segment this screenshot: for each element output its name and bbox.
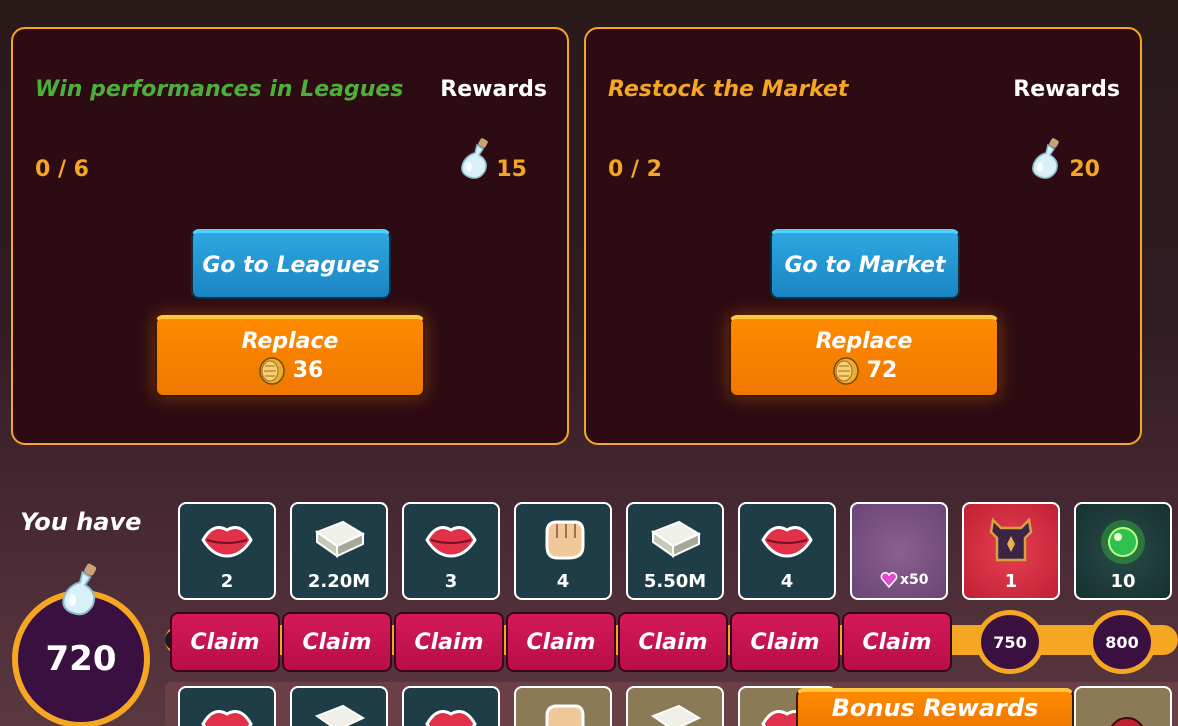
tile-count: 4	[780, 571, 794, 592]
coin-icon	[258, 356, 285, 385]
reward-amount: 15	[496, 157, 527, 182]
cash-stack-icon	[314, 520, 366, 558]
reward-tile[interactable]: x50	[850, 502, 948, 600]
tile-count: 3	[444, 571, 458, 592]
mission-card-leagues: Win performances in Leagues Rewards 0 / …	[11, 27, 569, 445]
flame-icon	[1110, 717, 1144, 726]
lips-icon	[201, 710, 253, 726]
replace-button[interactable]: Replace 36	[155, 315, 425, 397]
fist-icon	[545, 520, 585, 560]
cash-stack-icon	[650, 520, 702, 558]
claim-button[interactable]: Claim	[282, 612, 392, 672]
potion-balance-value: 720	[45, 639, 117, 679]
claim-button[interactable]: Claim	[618, 612, 728, 672]
milestone-node: 800	[1088, 610, 1156, 674]
tile-count: 1	[1004, 571, 1018, 592]
green-orb-icon	[1101, 520, 1145, 564]
go-to-market-button[interactable]: Go to Market	[770, 229, 960, 299]
cash-stack-icon	[314, 704, 366, 726]
claim-button[interactable]: Claim	[170, 612, 280, 672]
rewards-label: Rewards	[440, 77, 547, 102]
reward-amount: 20	[1069, 157, 1100, 182]
mission-title: Restock the Market	[608, 77, 849, 102]
tile-count: 2	[220, 571, 234, 592]
bonus-reward-tile[interactable]	[514, 686, 612, 726]
replace-cost: 36	[257, 356, 324, 386]
replace-label: Replace	[241, 328, 339, 354]
tile-count: 2.20M	[307, 571, 371, 592]
bonus-reward-tile[interactable]	[402, 686, 500, 726]
tile-count: 10	[1110, 571, 1136, 592]
fist-icon	[545, 704, 585, 726]
lips-icon	[761, 526, 813, 558]
mission-title: Win performances in Leagues	[35, 77, 404, 102]
cash-stack-icon	[650, 704, 702, 726]
reward-tile[interactable]: 4	[738, 502, 836, 600]
replace-cost: 72	[831, 356, 898, 386]
replace-label: Replace	[815, 328, 913, 354]
bonus-reward-tile[interactable]	[626, 686, 724, 726]
reward-tile[interactable]: 4	[514, 502, 612, 600]
reward-tile[interactable]: 10	[1074, 502, 1172, 600]
bonus-reward-tile[interactable]	[1074, 686, 1172, 726]
tile-count: 4	[556, 571, 570, 592]
bonus-reward-tile[interactable]	[178, 686, 276, 726]
reward-tile[interactable]: 1	[962, 502, 1060, 600]
gem-heart-icon	[880, 572, 898, 588]
armor-icon	[989, 517, 1033, 562]
replace-cost-value: 36	[292, 358, 324, 383]
tile-count: 5.50M	[643, 571, 707, 592]
gem-reward: x50	[880, 572, 929, 588]
reward-tile[interactable]: 5.50M	[626, 502, 724, 600]
tile-count: x50	[900, 572, 929, 588]
claim-button[interactable]: Claim	[730, 612, 840, 672]
reward-tile[interactable]: 2	[178, 502, 276, 600]
potion-icon	[461, 138, 488, 179]
milestone-node: 750	[976, 610, 1044, 674]
lips-icon	[425, 710, 477, 726]
reward-tile[interactable]: 3	[402, 502, 500, 600]
reward-tile[interactable]: 2.20M	[290, 502, 388, 600]
lips-icon	[201, 526, 253, 558]
replace-button[interactable]: Replace 72	[729, 315, 999, 397]
potion-icon	[62, 563, 97, 616]
bonus-reward-tile[interactable]	[290, 686, 388, 726]
claim-button[interactable]: Claim	[506, 612, 616, 672]
bonus-rewards-header: Bonus Rewards	[796, 688, 1074, 726]
go-to-leagues-button[interactable]: Go to Leagues	[191, 229, 391, 299]
replace-cost-value: 72	[866, 358, 898, 383]
potion-icon	[1032, 138, 1059, 179]
lips-icon	[425, 526, 477, 558]
mission-progress: 0 / 6	[35, 157, 89, 182]
mission-card-market: Restock the Market Rewards 0 / 2 20 Go t…	[584, 27, 1142, 445]
mission-progress: 0 / 2	[608, 157, 662, 182]
coin-icon	[832, 356, 859, 385]
claim-button[interactable]: Claim	[842, 612, 952, 672]
rewards-label: Rewards	[1013, 77, 1120, 102]
claim-button[interactable]: Claim	[394, 612, 504, 672]
you-have-label: You have	[20, 508, 142, 536]
